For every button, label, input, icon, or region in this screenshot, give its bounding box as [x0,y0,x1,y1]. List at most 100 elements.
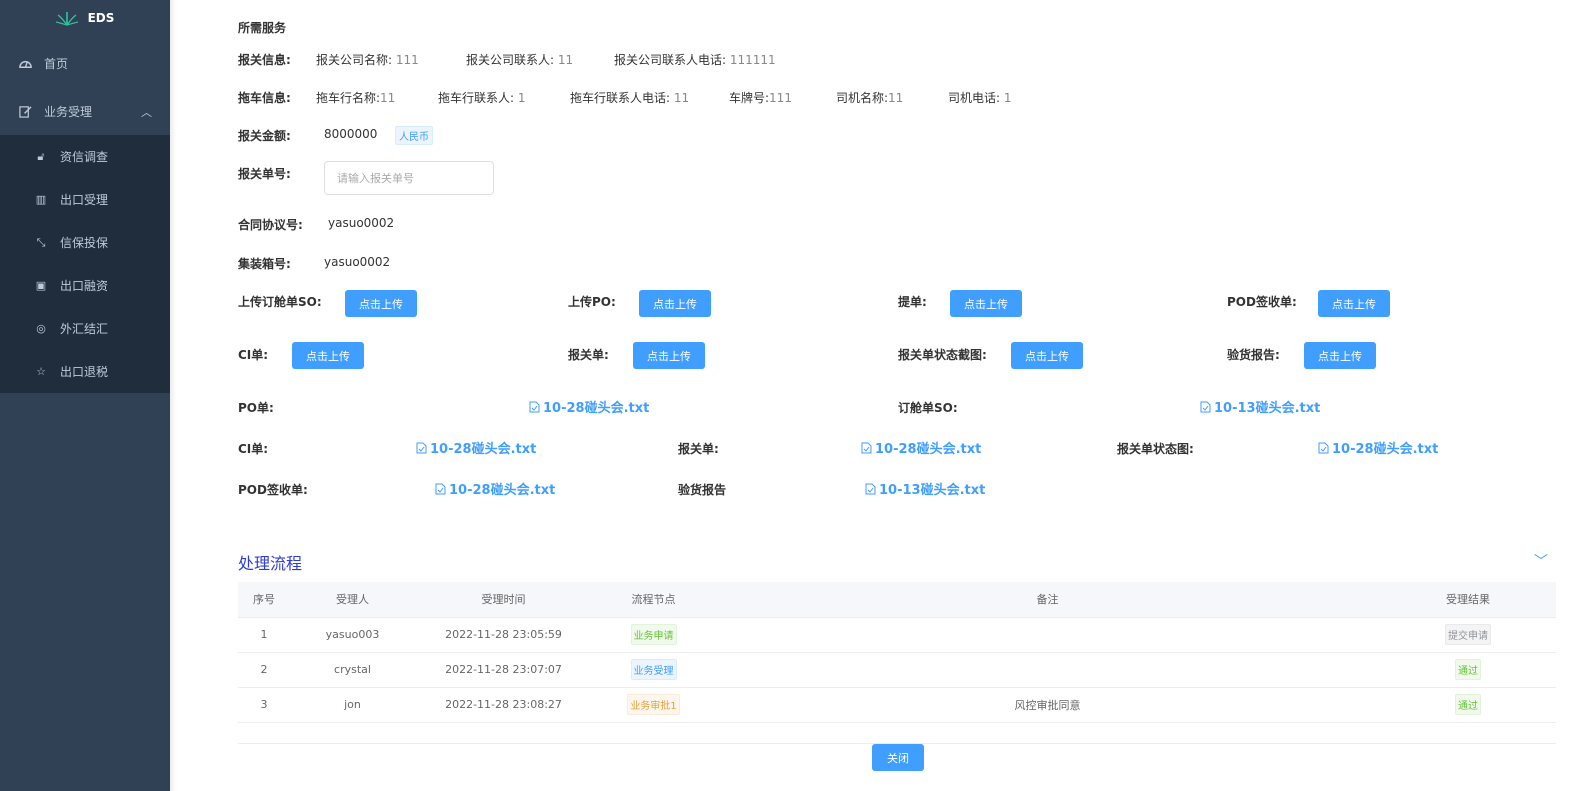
field-value: 1 [1003,91,1012,105]
upload-pod-button[interactable]: 点击上传 [1318,290,1390,317]
field-value: 11 [888,91,904,105]
document-icon [435,483,446,494]
cell-no: 2 [238,652,290,688]
upload-so-button[interactable]: 点击上传 [345,290,417,317]
money-icon: ▣ [35,279,47,292]
cell-node: 业务申请 [592,617,715,653]
ci-file-link[interactable]: 10-28碰头会.txt [416,438,536,457]
cell-node: 业务审批1 [592,687,715,723]
column-header: 受理时间 [415,582,592,618]
field-label: 报关公司联系人: [466,53,555,67]
sub-item-credit-insurance[interactable]: ⤡ 信保投保 [0,221,170,264]
sub-item-label: 资信调查 [60,150,109,164]
cell-remark: 风控审批同意 [715,687,1380,723]
upload-so-label: 上传订舱单SO: [238,295,322,309]
inspection-file-link[interactable]: 10-13碰头会.txt [865,479,985,498]
file-name: 10-13碰头会.txt [879,483,986,498]
table-row: 2 crystal 2022-11-28 23:07:07 业务受理 通过 [238,652,1556,688]
amount-value: 8000000 [324,127,378,141]
upload-status-button[interactable]: 点击上传 [1011,342,1083,369]
result-tag: 提交申请 [1445,624,1491,645]
so-file-label: 订舱单SO: [898,401,958,415]
currency-tag: 人民币 [395,126,433,145]
so-file-link[interactable]: 10-13碰头会.txt [1200,397,1320,416]
table-header-row: 序号 受理人 受理时间 流程节点 备注 受理结果 [238,582,1556,618]
status-file-link[interactable]: 10-28碰头会.txt [1318,438,1438,457]
field-value: 1 [517,91,526,105]
column-header: 序号 [238,582,290,618]
upload-ci-label: CI单: [238,348,269,362]
sub-item-tax-refund[interactable]: ☆ 出口退税 [0,350,170,393]
customs-no-input[interactable] [324,161,494,195]
sidebar: EDS 首页 业务受理 ︿ 🔓︎ 资信调查 ▥ 出口受理 ⤡ 信保投保 ▣ 出口… [0,0,170,791]
customs-info-label: 报关信息: [238,53,291,67]
cell-time: 2022-11-28 23:05:59 [415,617,592,653]
field-label: 车牌号: [729,91,770,105]
field-label: 拖车行联系人: [438,91,515,105]
upload-po-button[interactable]: 点击上传 [639,290,711,317]
customs-file-link[interactable]: 10-28碰头会.txt [861,438,981,457]
field-value: 111 [769,91,792,105]
trailer-driver-phone: 司机电话: 1 [948,89,1012,106]
cell-result: 通过 [1380,652,1556,688]
star-icon: ☆ [36,365,46,378]
column-header: 受理人 [290,582,415,618]
trailer-company: 拖车行名称:11 [316,89,395,106]
field-label: 报关公司联系人电话: [614,53,727,67]
document-icon [861,442,872,453]
upload-bl-button[interactable]: 点击上传 [950,290,1022,317]
menu-business[interactable]: 业务受理 ︿ [0,87,170,135]
shrink-icon: ⤡ [36,235,46,249]
document-icon [1200,401,1211,412]
container-label: 集装箱号: [238,257,291,271]
customs-file-label: 报关单: [678,442,719,456]
document-icon [1318,442,1329,453]
column-header: 流程节点 [592,582,715,618]
pod-file-link[interactable]: 10-28碰头会.txt [435,479,555,498]
cell-remark [715,652,1380,688]
sub-item-label: 出口融资 [60,279,109,293]
close-button[interactable]: 关闭 [872,744,924,771]
upload-inspection-button[interactable]: 点击上传 [1304,342,1376,369]
file-name: 10-28碰头会.txt [1332,442,1439,457]
upload-ci-button[interactable]: 点击上传 [292,342,364,369]
business-submenu: 🔓︎ 资信调查 ▥ 出口受理 ⤡ 信保投保 ▣ 出口融资 ◎ 外汇结汇 ☆ 出口… [0,135,170,393]
ci-file-label: CI单: [238,442,269,456]
field-label: 拖车行名称: [316,91,381,105]
sub-item-label: 出口受理 [60,193,109,207]
po-file-link[interactable]: 10-28碰头会.txt [529,397,649,416]
table-row: 3 jon 2022-11-28 23:08:27 业务审批1 风控审批同意 通… [238,687,1556,723]
field-value: 11 [673,91,690,105]
field-label: 司机电话: [948,91,1001,105]
contract-value: yasuo0002 [328,216,395,230]
file-name: 10-13碰头会.txt [1214,401,1321,416]
cell-result: 通过 [1380,687,1556,723]
trailer-contact: 拖车行联系人: 1 [438,89,526,106]
sub-item-credit-check[interactable]: 🔓︎ 资信调查 [0,135,170,178]
upload-customs-button[interactable]: 点击上传 [633,342,705,369]
menu-home[interactable]: 首页 [0,39,170,87]
trailer-phone: 拖车行联系人电话: 11 [570,89,689,106]
sub-item-forex[interactable]: ◎ 外汇结汇 [0,307,170,350]
upload-status-label: 报关单状态截图: [898,348,987,362]
cell-handler: jon [290,687,415,723]
column-header: 受理结果 [1380,582,1556,618]
sub-item-export-accept[interactable]: ▥ 出口受理 [0,178,170,221]
coin-icon: ◎ [36,322,46,335]
upload-inspection-label: 验货报告: [1227,348,1280,362]
field-value: 11 [380,91,396,105]
sub-item-label: 外汇结汇 [60,322,109,336]
logo[interactable]: EDS [0,0,170,36]
menu-business-label: 业务受理 [44,104,93,119]
required-services-title: 所需服务 [238,21,287,35]
table-row: 1 yasuo003 2022-11-28 23:05:59 业务申请 提交申请 [238,617,1556,653]
chevron-down-icon[interactable]: ﹀ [1534,551,1548,571]
cell-time: 2022-11-28 23:08:27 [415,687,592,723]
sub-item-export-finance[interactable]: ▣ 出口融资 [0,264,170,307]
cell-no: 3 [238,687,290,723]
chevron-up-icon[interactable]: ︿ [141,104,152,120]
contract-label: 合同协议号: [238,218,303,232]
node-tag: 业务申请 [630,624,677,645]
customs-no-label: 报关单号: [238,167,291,181]
process-table: 序号 受理人 受理时间 流程节点 备注 受理结果 1 yasuo003 2022… [238,582,1556,723]
